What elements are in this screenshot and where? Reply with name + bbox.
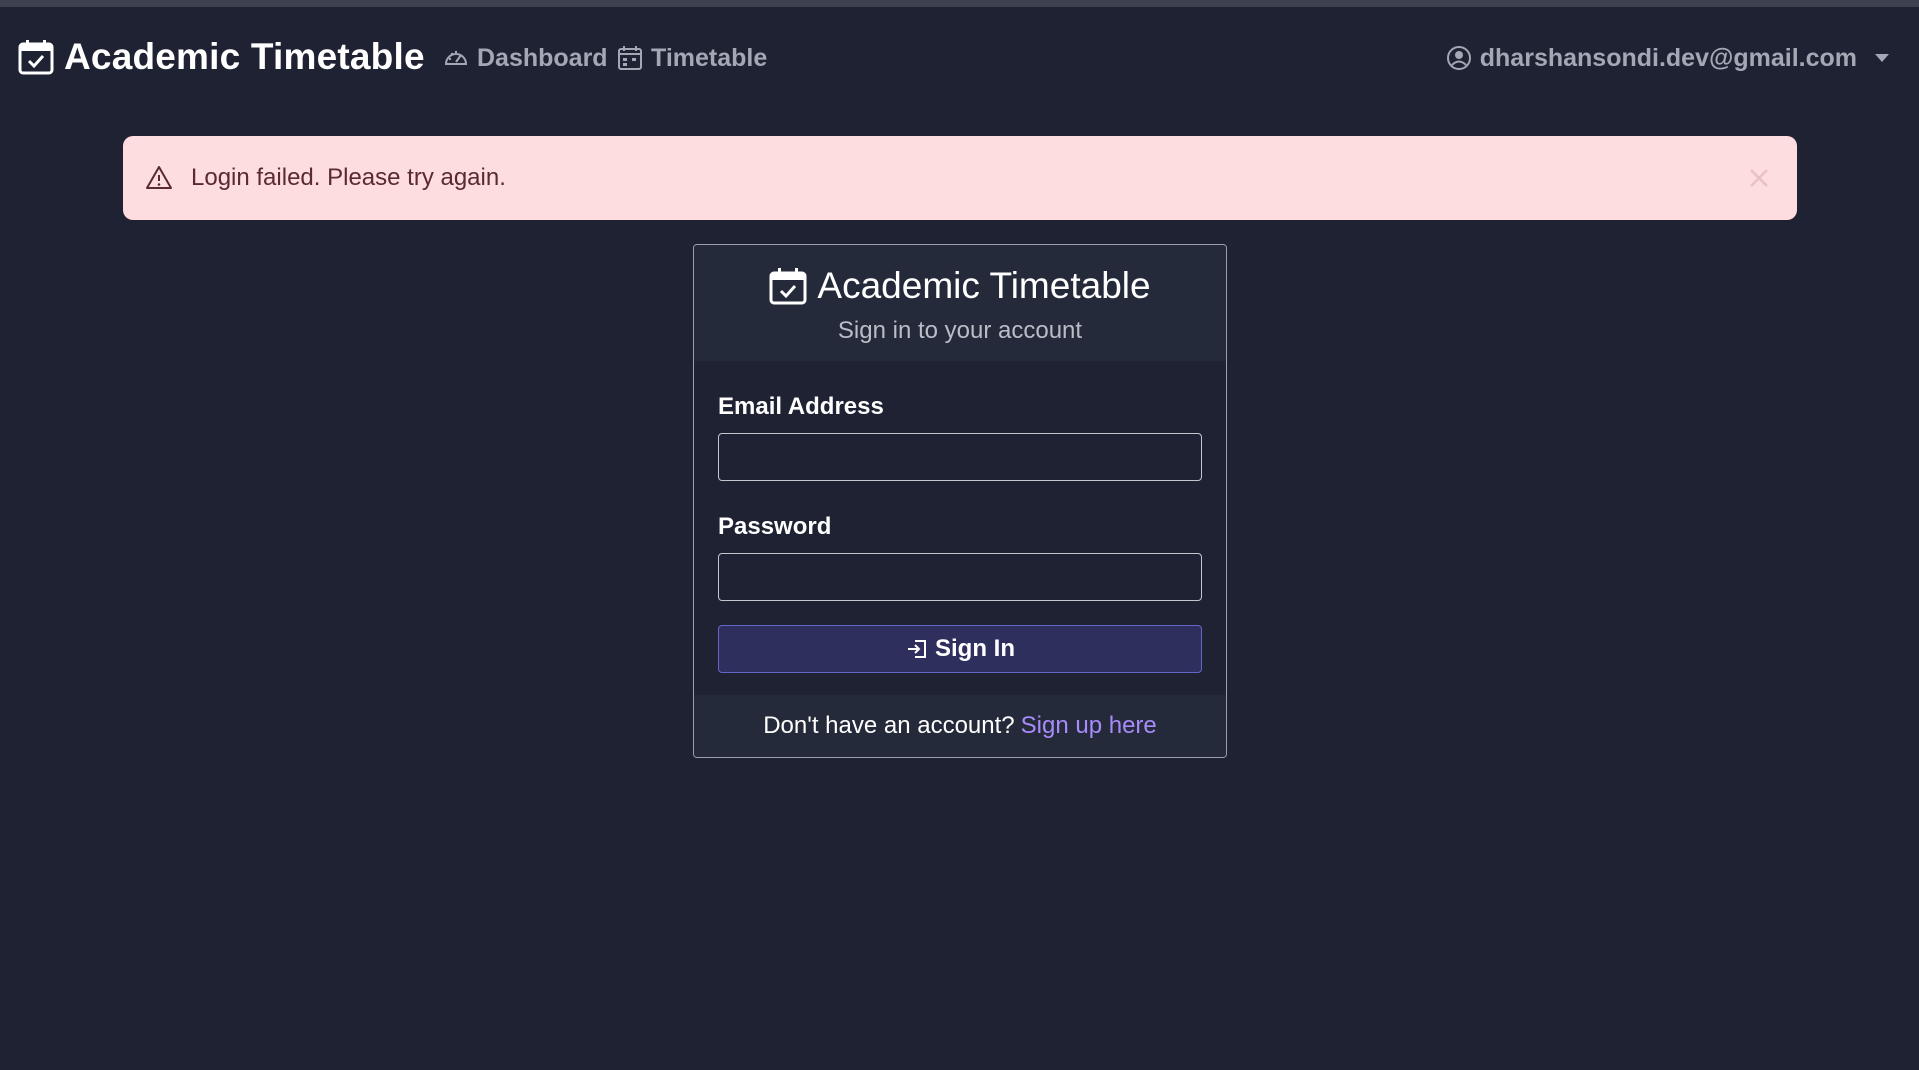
login-card-header: Academic Timetable Sign in to your accou…: [694, 245, 1226, 361]
close-icon[interactable]: [1743, 162, 1775, 194]
login-card-subtitle: Sign in to your account: [837, 317, 1083, 344]
alert-message: Login failed. Please try again.: [191, 164, 506, 191]
user-menu-dropdown[interactable]: dharshansondi.dev@gmail.com: [1446, 43, 1889, 73]
error-alert: Login failed. Please try again.: [123, 136, 1797, 220]
login-card: Academic Timetable Sign in to your accou…: [693, 244, 1227, 758]
login-card-footer: Don't have an account? Sign up here: [694, 695, 1226, 757]
nav-link-label: Dashboard: [477, 43, 608, 72]
email-label: Email Address: [718, 393, 884, 420]
brand-name: Academic Timetable: [64, 36, 425, 77]
calendar-week-icon: [618, 46, 642, 70]
warning-triangle-icon: [146, 166, 172, 189]
user-circle-icon: [1446, 46, 1471, 70]
sign-in-icon: [908, 640, 926, 658]
login-card-title-text: Academic Timetable: [817, 265, 1151, 306]
sign-in-button[interactable]: Sign In: [718, 625, 1202, 673]
email-field[interactable]: [718, 433, 1202, 481]
calendar-check-icon: [18, 40, 54, 75]
login-form: Email Address Password Sign In: [694, 361, 1226, 691]
calendar-check-icon: [769, 268, 807, 305]
sign-in-label: Sign In: [935, 635, 1015, 662]
navbar: Academic Timetable Dashboard Timetable d…: [0, 7, 1919, 101]
login-card-title: Academic Timetable: [694, 260, 1226, 312]
nav-link-label: Timetable: [651, 43, 768, 72]
password-field[interactable]: [718, 553, 1202, 601]
speedometer-icon: [444, 50, 468, 65]
chevron-down-icon: [1875, 54, 1889, 62]
nav-link-timetable[interactable]: Timetable: [617, 43, 767, 73]
signup-prompt: Don't have an account?: [763, 712, 1015, 739]
top-border: [0, 0, 1919, 7]
signup-link[interactable]: Sign up here: [1021, 712, 1157, 740]
nav-link-dashboard[interactable]: Dashboard: [443, 43, 608, 73]
brand-link[interactable]: Academic Timetable: [18, 36, 425, 78]
user-email: dharshansondi.dev@gmail.com: [1479, 43, 1857, 72]
password-label: Password: [718, 513, 832, 540]
